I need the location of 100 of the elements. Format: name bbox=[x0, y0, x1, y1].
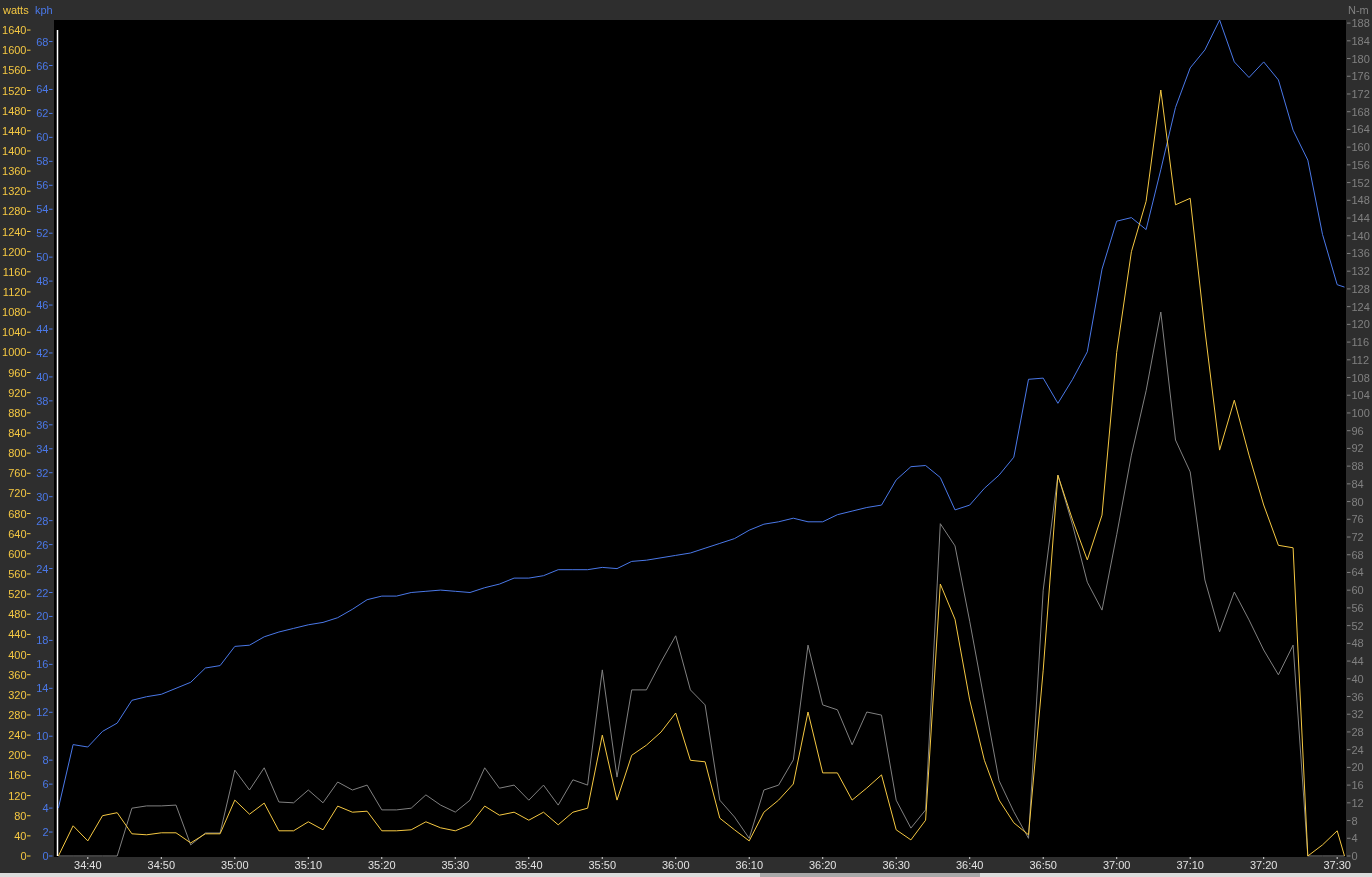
axis-tick-label: 18 bbox=[36, 634, 49, 647]
axis-tick-label: 22 bbox=[36, 586, 49, 599]
axis-tick-label: 1000 bbox=[2, 346, 27, 359]
axis-tick-label: 52 bbox=[36, 227, 49, 240]
time-tick-label: 36:50 bbox=[1029, 859, 1057, 871]
time-tick-label: 35:50 bbox=[588, 859, 616, 871]
time-tick-label: 36:40 bbox=[955, 859, 984, 871]
axis-tick-label: 1160 bbox=[2, 265, 27, 278]
axis-tick-label: 1600 bbox=[2, 44, 27, 57]
time-tick-label: 36:10 bbox=[735, 859, 763, 871]
time-tick-label: 34:40 bbox=[74, 859, 102, 871]
axis-tick-label: 44 bbox=[36, 323, 49, 335]
axis-tick-label: 560 bbox=[8, 568, 27, 580]
axis-tick-label: 240 bbox=[8, 729, 27, 742]
axis-tick-label: 1480 bbox=[2, 104, 27, 117]
axis-tick-label: 24 bbox=[36, 562, 49, 575]
axis-tick-label: 72 bbox=[1351, 531, 1364, 543]
axis-tick-label: 180 bbox=[1351, 52, 1370, 65]
axis-tick-label: 116 bbox=[1351, 336, 1370, 349]
axis-tick-label: 54 bbox=[36, 203, 49, 216]
axis-tick-label: 172 bbox=[1351, 88, 1370, 100]
axis-tick-label: 164 bbox=[1351, 123, 1370, 136]
axis-tick-label: 24 bbox=[1351, 743, 1364, 756]
axis-tick-label: 50 bbox=[36, 251, 49, 264]
time-tick-label: 35:10 bbox=[294, 859, 323, 871]
axis-tick-label: 1080 bbox=[2, 306, 27, 319]
axis-tick-label: 152 bbox=[1351, 176, 1370, 189]
scrollbar-thumb[interactable] bbox=[760, 873, 980, 877]
axis-tick-label: 360 bbox=[8, 668, 27, 681]
axis-tick-label: 44 bbox=[1351, 655, 1364, 668]
axis-tick-label: 36 bbox=[36, 418, 49, 431]
axis-tick-label: 148 bbox=[1351, 194, 1370, 207]
axis-tick-label: 920 bbox=[8, 386, 27, 399]
axis-tick-label: 1400 bbox=[2, 144, 27, 157]
time-tick-label: 37:00 bbox=[1102, 859, 1131, 871]
axis-tick-label: 62 bbox=[36, 107, 49, 120]
axis-tick-label: 56 bbox=[1351, 601, 1364, 614]
axis-tick-label: 12 bbox=[1351, 796, 1364, 809]
axis-tick-label: 64 bbox=[36, 83, 49, 96]
axis-tick-label: 16 bbox=[1351, 779, 1364, 792]
axis-tick-label: 4 bbox=[1351, 832, 1358, 845]
time-tick-label: 36:20 bbox=[808, 859, 837, 871]
axis-tick-label: 16 bbox=[36, 658, 49, 671]
axis-tick-label: 42 bbox=[36, 346, 49, 359]
axis-tick-label: 160 bbox=[8, 769, 27, 782]
axis-tick-label: 128 bbox=[1351, 282, 1370, 295]
axis-tick-label: 68 bbox=[1351, 548, 1364, 561]
axis-tick-label: 480 bbox=[8, 608, 27, 621]
axis-tick-label: 800 bbox=[8, 447, 27, 460]
axis-tick-label: 34 bbox=[36, 442, 49, 455]
axis-tick-label: 84 bbox=[1351, 477, 1364, 490]
axis-tick-label: 124 bbox=[1351, 300, 1370, 313]
time-tick-label: 35:30 bbox=[441, 859, 470, 871]
axis-tick-label: 30 bbox=[36, 490, 49, 503]
axis-tick-label: 960 bbox=[8, 366, 27, 379]
axis-tick-label: 38 bbox=[36, 394, 49, 407]
axis-title: kph bbox=[35, 4, 53, 16]
axis-tick-label: 840 bbox=[8, 426, 27, 439]
axis-tick-label: 48 bbox=[36, 275, 49, 288]
axis-tick-label: 68 bbox=[36, 35, 49, 48]
time-tick-label: 37:10 bbox=[1176, 859, 1204, 871]
axis-tick-label: 280 bbox=[8, 709, 27, 721]
axis-tick-label: 108 bbox=[1351, 371, 1370, 384]
time-tick-label: 37:30 bbox=[1323, 859, 1351, 871]
axis-tick-label: 32 bbox=[36, 466, 49, 479]
axis-tick-label: 880 bbox=[8, 406, 27, 419]
axis-tick-label: 60 bbox=[1351, 584, 1364, 597]
axis-tick-label: 12 bbox=[36, 706, 49, 719]
axis-tick-label: 52 bbox=[1351, 619, 1364, 632]
axis-tick-label: 0 bbox=[1351, 850, 1358, 862]
axis-tick-label: 520 bbox=[8, 588, 27, 601]
axis-tick-label: 168 bbox=[1351, 105, 1370, 118]
time-tick-label: 34:50 bbox=[147, 859, 176, 871]
axis-tick-label: 6 bbox=[42, 778, 49, 791]
axis-tick-label: 320 bbox=[8, 688, 27, 701]
axis-tick-label: 58 bbox=[36, 155, 49, 168]
axis-tick-label: 1120 bbox=[2, 285, 27, 298]
axis-tick-label: 10 bbox=[36, 730, 49, 743]
time-tick-label: 37:20 bbox=[1249, 859, 1278, 871]
time-tick-label: 35:40 bbox=[515, 859, 543, 871]
axis-tick-label: 600 bbox=[8, 547, 27, 560]
axis-tick-label: 176 bbox=[1351, 70, 1370, 83]
scrollbar[interactable] bbox=[0, 873, 1372, 877]
axis-tick-label: 4 bbox=[42, 802, 49, 815]
axis-tick-label: 100 bbox=[1351, 406, 1370, 419]
axis-tick-label: 20 bbox=[36, 610, 49, 623]
axis-tick-label: 66 bbox=[36, 59, 49, 72]
axis-tick-label: 8 bbox=[1351, 814, 1358, 827]
axis-tick-label: 26 bbox=[36, 538, 49, 551]
axis-tick-label: 140 bbox=[1351, 229, 1370, 242]
axis-tick-label: 104 bbox=[1351, 389, 1370, 402]
axis-tick-label: 32 bbox=[1351, 708, 1364, 721]
axis-tick-label: 1520 bbox=[2, 84, 27, 97]
axis-tick-label: 60 bbox=[36, 131, 49, 144]
axis-tick-label: 440 bbox=[8, 628, 27, 641]
axis-tick-label: 160 bbox=[1351, 141, 1370, 154]
time-tick-label: 36:30 bbox=[882, 859, 910, 871]
time-tick-label: 35:20 bbox=[368, 859, 396, 871]
axis-tick-label: 28 bbox=[1351, 725, 1364, 738]
axis-tick-label: 14 bbox=[36, 682, 49, 695]
